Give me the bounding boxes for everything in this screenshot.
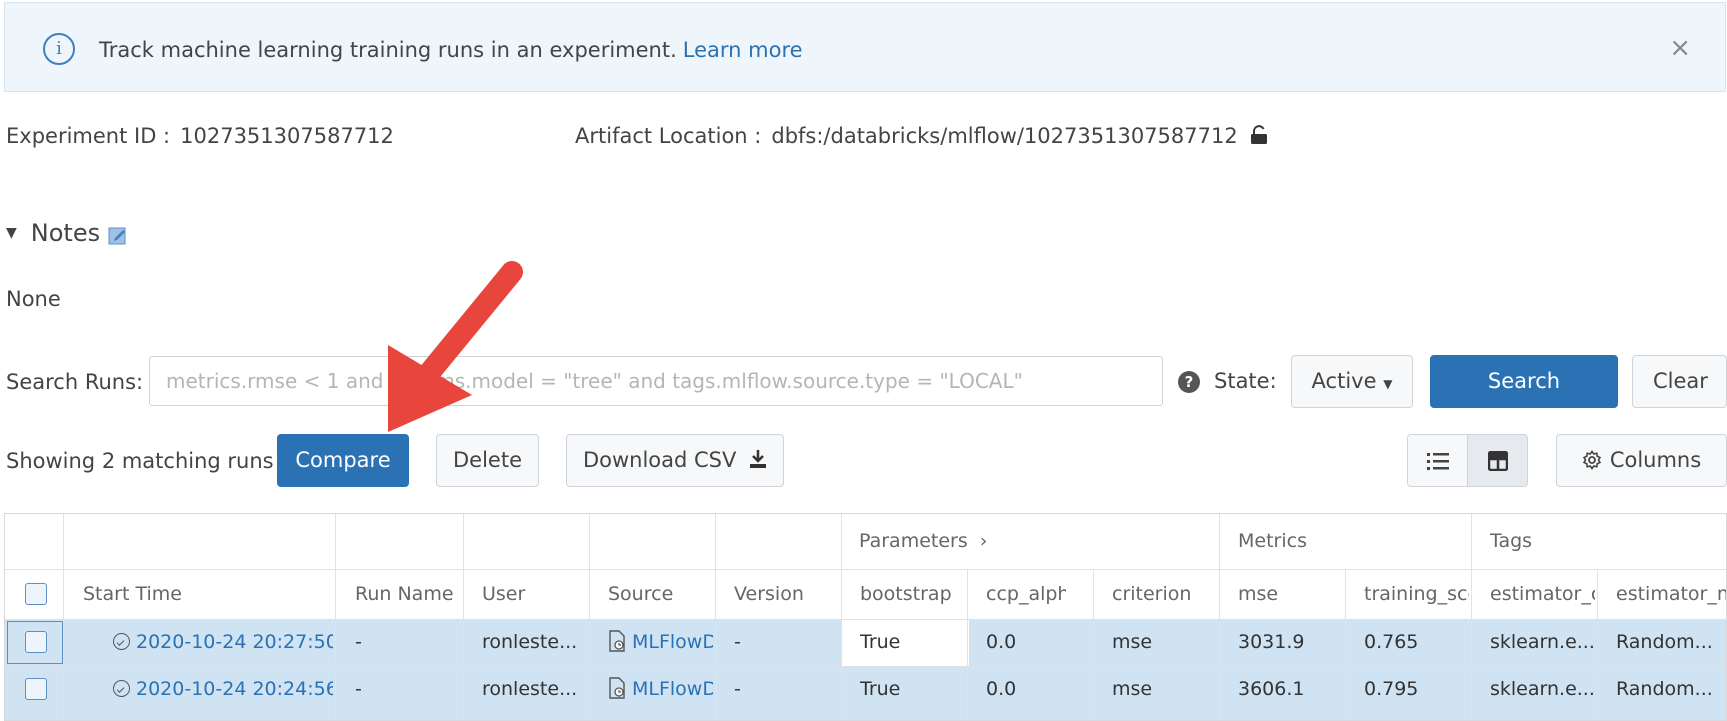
- start-time-value: 2020-10-24 20:27:50: [136, 631, 333, 653]
- state-value: Active: [1311, 369, 1377, 393]
- chevron-right-icon: ›: [979, 530, 988, 552]
- row-checkbox[interactable]: [25, 631, 47, 653]
- notebook-icon: [608, 670, 626, 713]
- artifact-location-label: Artifact Location :: [575, 124, 762, 148]
- learn-more-link[interactable]: Learn more: [683, 38, 803, 62]
- caret-down-icon: ▼: [6, 225, 17, 241]
- version-cell: -: [734, 678, 741, 700]
- check-circle-icon: [113, 680, 130, 697]
- row-checkbox[interactable]: [25, 678, 47, 700]
- training-score-cell: 0.765: [1364, 631, 1419, 653]
- criterion-cell: mse: [1112, 631, 1153, 653]
- columns-button[interactable]: Columns: [1556, 434, 1727, 487]
- column-header-source[interactable]: Source: [608, 569, 713, 619]
- select-all-checkbox[interactable]: [25, 583, 47, 605]
- column-header-mse[interactable]: mse: [1238, 569, 1343, 619]
- estimator-class-cell: sklearn.e...: [1490, 678, 1595, 700]
- tags-group-header: Tags: [1490, 530, 1533, 552]
- metrics-group-header: Metrics: [1238, 530, 1307, 552]
- column-header-start-time[interactable]: Start Time: [83, 569, 328, 619]
- parameters-group-header[interactable]: Parameters ›: [859, 514, 987, 569]
- column-header-version[interactable]: Version: [734, 569, 839, 619]
- column-header-estimator-name[interactable]: estimator_na: [1616, 569, 1726, 619]
- state-label: State:: [1214, 369, 1277, 393]
- artifact-location: Artifact Location : dbfs:/databricks/mlfl…: [575, 124, 1268, 150]
- column-header-training-score[interactable]: training_scor: [1364, 569, 1469, 619]
- table-icon: [1487, 450, 1509, 476]
- column-header-estimator-class[interactable]: estimator_cla: [1490, 569, 1595, 619]
- close-icon[interactable]: ×: [1669, 33, 1691, 63]
- caret-down-icon: ▼: [1383, 377, 1393, 391]
- user-cell: ronleste...: [482, 678, 578, 700]
- run-name-cell: -: [355, 678, 362, 700]
- mse-cell: 3031.9: [1238, 631, 1305, 653]
- source-link[interactable]: MLFlowD: [608, 619, 713, 666]
- estimator-class-cell: sklearn.e...: [1490, 631, 1595, 653]
- help-icon[interactable]: ?: [1178, 371, 1200, 393]
- download-csv-button[interactable]: Download CSV: [566, 434, 784, 487]
- banner-message: Track machine learning training runs in …: [99, 38, 677, 62]
- edit-icon[interactable]: [108, 223, 128, 245]
- download-csv-label: Download CSV: [582, 448, 737, 472]
- compare-button[interactable]: Compare: [277, 434, 409, 487]
- notes-title: Notes: [30, 219, 101, 247]
- search-button[interactable]: Search: [1430, 355, 1618, 408]
- check-circle-icon: [113, 633, 130, 650]
- source-link[interactable]: MLFlowD: [608, 666, 713, 713]
- search-runs-input[interactable]: [149, 356, 1163, 406]
- experiment-id: Experiment ID : 1027351307587712: [6, 124, 394, 148]
- list-icon: [1427, 451, 1449, 476]
- training-score-cell: 0.795: [1364, 678, 1419, 700]
- run-start-time-link[interactable]: 2020-10-24 20:27:50: [113, 619, 333, 666]
- version-cell: -: [734, 631, 741, 653]
- mse-cell: 3606.1: [1238, 678, 1305, 700]
- notes-section-toggle[interactable]: ▼ Notes: [6, 219, 128, 247]
- table-row[interactable]: 2020-10-24 20:27:50 - ronleste... MLFlow…: [5, 619, 1726, 666]
- list-view-button[interactable]: [1407, 434, 1468, 487]
- download-icon: [749, 437, 767, 488]
- unlock-icon: [1250, 125, 1268, 150]
- info-icon: i: [43, 33, 75, 65]
- experiment-id-value: 1027351307587712: [180, 124, 394, 148]
- parameters-label: Parameters: [859, 530, 968, 552]
- ccp-alpha-cell: 0.0: [986, 631, 1017, 653]
- column-header-ccp-alpha[interactable]: ccp_alpha: [986, 569, 1066, 619]
- table-row[interactable]: 2020-10-24 20:24:56 - ronleste... MLFlow…: [5, 666, 1726, 713]
- clear-button[interactable]: Clear: [1632, 355, 1727, 408]
- user-cell: ronleste...: [482, 631, 578, 653]
- gear-icon: [1582, 438, 1602, 489]
- bootstrap-cell: True: [860, 678, 901, 700]
- delete-button[interactable]: Delete: [436, 434, 539, 487]
- run-name-cell: -: [355, 631, 362, 653]
- bootstrap-cell[interactable]: True: [860, 619, 960, 666]
- criterion-cell: mse: [1112, 678, 1153, 700]
- columns-label: Columns: [1609, 448, 1702, 472]
- estimator-name-cell: Random...: [1616, 678, 1713, 700]
- start-time-value: 2020-10-24 20:24:56: [136, 678, 333, 700]
- notebook-icon: [608, 623, 626, 666]
- banner-text: Track machine learning training runs in …: [99, 38, 803, 62]
- state-dropdown[interactable]: Active ▼: [1291, 355, 1413, 408]
- notes-content: None: [6, 287, 61, 311]
- artifact-location-value: dbfs:/databricks/mlflow/1027351307587712: [771, 124, 1238, 148]
- column-header-user[interactable]: User: [482, 569, 587, 619]
- column-header-criterion[interactable]: criterion: [1112, 569, 1217, 619]
- runs-table: Parameters › Metrics Tags Start Time Run…: [4, 513, 1727, 721]
- info-banner: i Track machine learning training runs i…: [4, 2, 1726, 92]
- column-header-run-name[interactable]: Run Name: [355, 569, 460, 619]
- run-start-time-link[interactable]: 2020-10-24 20:24:56: [113, 666, 333, 713]
- estimator-name-cell: Random...: [1616, 631, 1713, 653]
- search-runs-label: Search Runs:: [6, 370, 144, 394]
- experiment-id-label: Experiment ID :: [6, 124, 171, 148]
- table-view-button[interactable]: [1467, 434, 1528, 487]
- matching-runs-count: Showing 2 matching runs: [6, 449, 274, 473]
- source-value: MLFlowD: [632, 631, 713, 653]
- ccp-alpha-cell: 0.0: [986, 678, 1017, 700]
- column-header-bootstrap[interactable]: bootstrap: [860, 569, 965, 619]
- source-value: MLFlowD: [632, 678, 713, 700]
